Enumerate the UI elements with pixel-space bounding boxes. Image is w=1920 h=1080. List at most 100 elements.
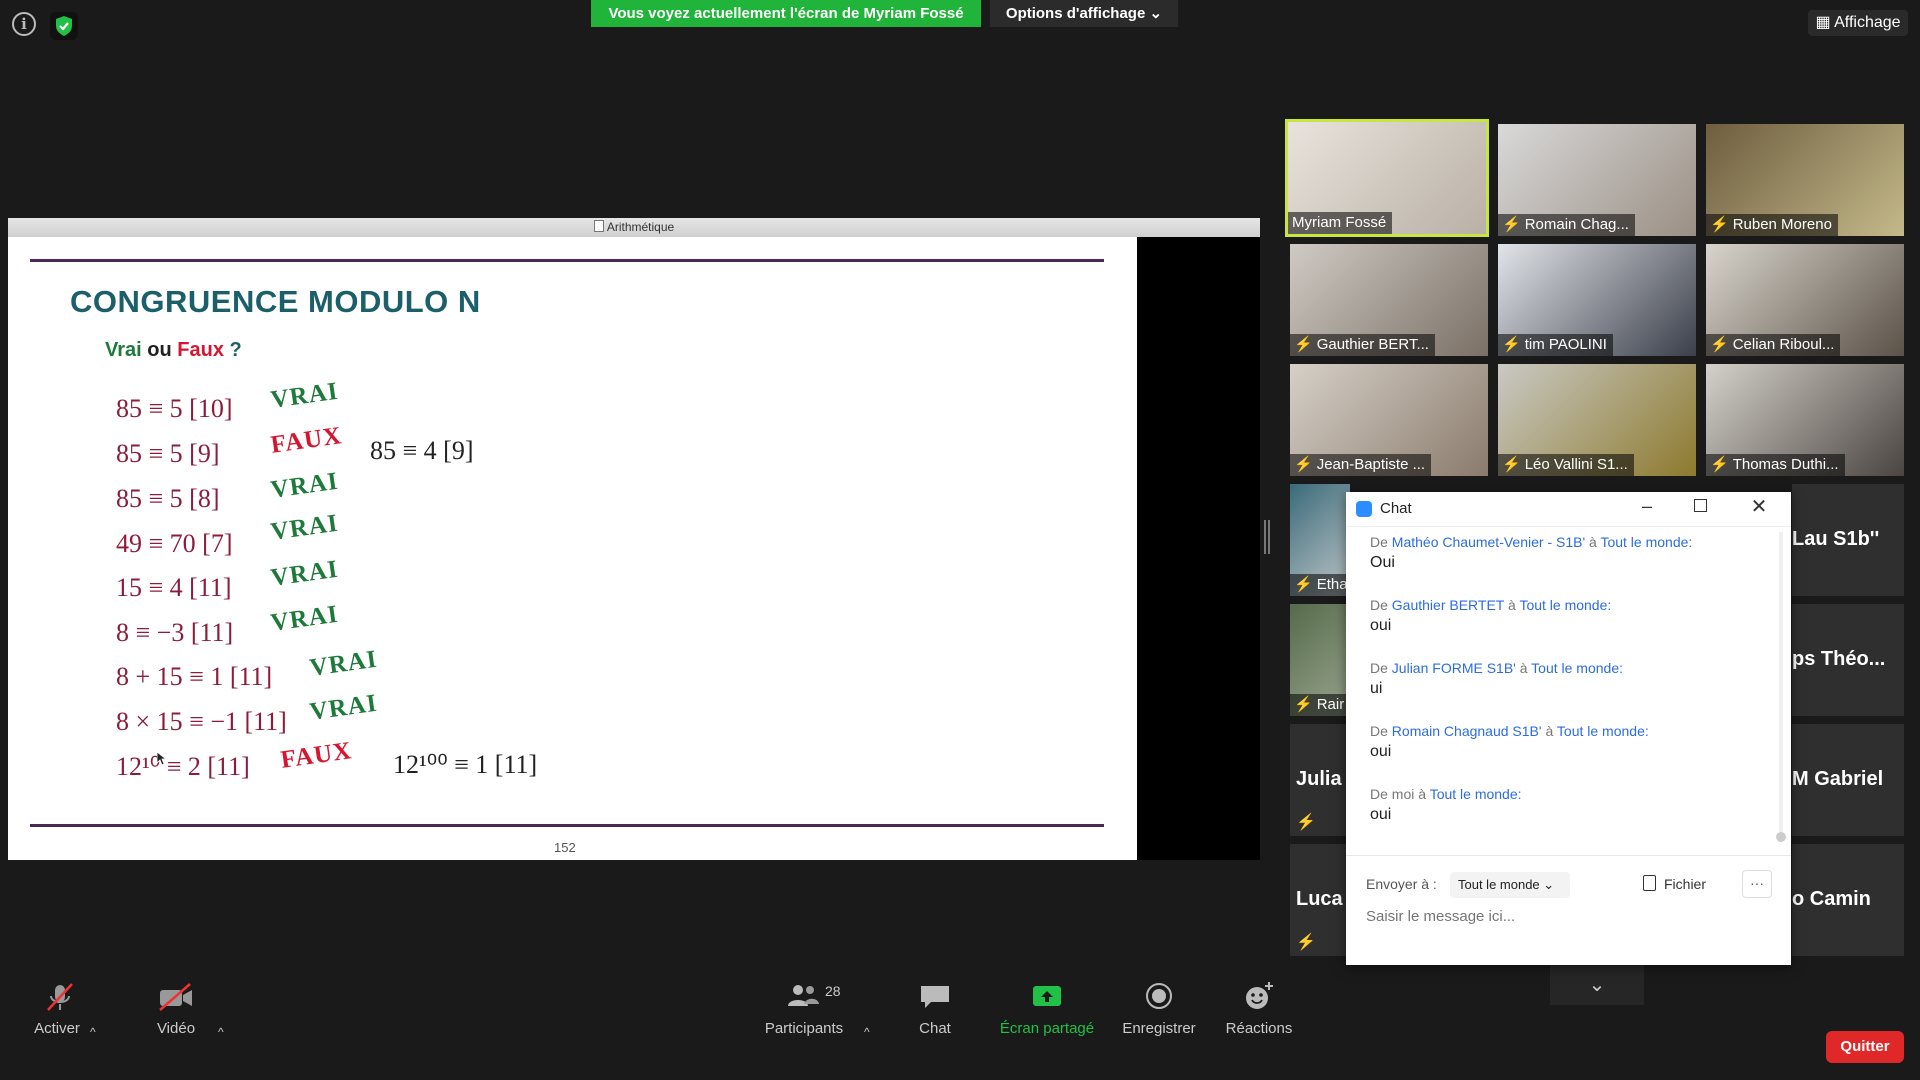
verdict-row-5: VRAI <box>269 555 341 592</box>
message-sender[interactable]: Gauthier BERTET <box>1392 597 1504 613</box>
verdict-row-1: VRAI <box>269 377 341 414</box>
subtitle-vrai: Vrai <box>105 339 142 361</box>
subtitle-ou: ou <box>147 339 172 361</box>
slide-top-rule <box>30 259 1104 262</box>
reactions-button[interactable]: Réactions <box>1204 982 1314 1037</box>
chevron-down-icon: ⌄ <box>1588 974 1606 996</box>
video-tile[interactable]: ⚡ Léo Vallini S1... <box>1498 364 1696 476</box>
scrollbar-thumb[interactable] <box>1776 832 1786 842</box>
equation-row-8: 8 × 15 ≡ −1 [11] <box>116 707 287 736</box>
panel-resize-handle[interactable] <box>1264 520 1270 554</box>
record-icon <box>1146 983 1172 1009</box>
equation-row-4: 49 ≡ 70 [7] <box>116 529 233 558</box>
record-button[interactable]: Enregistrer <box>1104 983 1214 1037</box>
video-tile[interactable]: M Gabriel <box>1792 724 1904 836</box>
info-icon[interactable]: i <box>12 12 36 36</box>
video-tile[interactable]: ps Théo... <box>1792 604 1904 716</box>
shared-screen: Arithmétique CONGRUENCE MODULO N Vrai ou… <box>8 218 1260 860</box>
participant-name: Julia <box>1296 768 1342 790</box>
view-options-button[interactable]: Options d'affichage ⌄ <box>990 0 1178 27</box>
send-to-label: Envoyer à : <box>1366 876 1437 892</box>
participant-name: o Camin <box>1792 888 1871 910</box>
chat-panel: Chat – ✕ De Mathéo Chaumet-Venier - S1B'… <box>1346 492 1791 965</box>
video-tile[interactable]: ⚡ Gauthier BERT... <box>1290 244 1488 356</box>
video-tile[interactable]: Lau S1b'' <box>1792 484 1904 596</box>
participants-options-chevron[interactable]: ^ <box>864 1025 870 1039</box>
chat-message: De Gauthier BERTET à Tout le monde: oui <box>1370 597 1770 635</box>
share-screen-label: Écran partagé <box>999 1020 1095 1037</box>
leave-meeting-button[interactable]: Quitter <box>1826 1031 1904 1063</box>
share-screen-button[interactable]: Écran partagé <box>992 986 1102 1037</box>
verdict-row-2: FAUX <box>269 422 344 459</box>
video-tile[interactable]: ⚡ Romain Chag... <box>1498 124 1696 236</box>
share-screen-icon <box>1033 986 1061 1006</box>
muted-mic-icon: ⚡ <box>1294 696 1313 713</box>
more-options-button[interactable]: ··· <box>1742 870 1772 898</box>
chat-message-input[interactable] <box>1364 902 1768 930</box>
send-to-dropdown[interactable]: Tout le monde ⌄ <box>1450 872 1570 898</box>
equation-row-2: 85 ≡ 5 [9] <box>116 439 220 468</box>
video-tile[interactable]: ⚡ Thomas Duthi... <box>1706 364 1904 476</box>
chat-message: De Mathéo Chaumet-Venier - S1B' à Tout l… <box>1370 534 1770 572</box>
participants-button[interactable]: 28 Participants <box>749 983 859 1037</box>
unmute-label: Activer <box>34 1020 80 1037</box>
file-icon <box>1643 875 1656 891</box>
equation-row-9: 12¹⁰ ≡ 2 [11] <box>116 752 250 781</box>
chat-footer: Envoyer à : Tout le monde ⌄ Fichier ··· <box>1346 855 1791 966</box>
participant-name: ⚡ Jean-Baptiste ... <box>1290 454 1432 476</box>
chat-header: Chat – ✕ <box>1346 492 1791 527</box>
chat-button[interactable]: Chat <box>880 986 990 1037</box>
message-text: ui <box>1370 680 1383 697</box>
minimize-icon[interactable]: – <box>1636 496 1658 518</box>
message-recipient[interactable]: Tout le monde: <box>1600 534 1692 550</box>
chevron-down-icon: ⌄ <box>1149 5 1163 22</box>
video-tile[interactable]: Julia ⚡ <box>1290 724 1350 836</box>
muted-mic-icon: ⚡ <box>1294 336 1313 353</box>
participant-name: ⚡ Celian Riboul... <box>1706 334 1841 356</box>
equation-row-1: 85 ≡ 5 [10] <box>116 394 233 423</box>
slide-page-number: 152 <box>554 840 576 855</box>
video-tile[interactable]: ⚡ tim PAOLINI <box>1498 244 1696 356</box>
video-tile[interactable]: ⚡ Celian Riboul... <box>1706 244 1904 356</box>
verdict-row-7: VRAI <box>308 645 380 682</box>
muted-mic-icon: ⚡ <box>1502 336 1521 353</box>
video-tile[interactable]: ⚡ Rair <box>1290 604 1350 716</box>
slide-title: CONGRUENCE MODULO N <box>70 284 481 319</box>
video-tile[interactable]: o Camin <box>1792 844 1904 956</box>
chat-scrollbar[interactable] <box>1776 532 1786 842</box>
message-recipient[interactable]: Tout le monde: <box>1519 597 1611 613</box>
participant-name: ⚡ Rair <box>1290 694 1350 716</box>
message-recipient[interactable]: Tout le monde: <box>1531 660 1623 676</box>
document-icon <box>593 220 604 232</box>
message-recipient[interactable]: Tout le monde: <box>1557 723 1649 739</box>
subtitle-question-mark: ? <box>229 339 242 361</box>
chat-message: De moi à Tout le monde: oui <box>1370 786 1770 824</box>
chat-icon <box>921 986 949 1008</box>
video-tile[interactable]: ⚡ Etha <box>1290 484 1350 596</box>
video-tile[interactable]: ⚡ Ruben Moreno <box>1706 124 1904 236</box>
video-tile[interactable]: Luca ⚡ <box>1290 844 1350 956</box>
reactions-label: Réactions <box>1225 1020 1293 1037</box>
participant-name: ⚡ Ruben Moreno <box>1706 214 1838 236</box>
video-tile[interactable]: Myriam Fossé <box>1285 119 1489 237</box>
close-icon[interactable]: ✕ <box>1748 494 1770 518</box>
view-button[interactable]: ▦ Affichage <box>1808 10 1908 36</box>
message-sender[interactable]: Romain Chagnaud S1B' <box>1392 723 1542 739</box>
maximize-icon[interactable] <box>1694 499 1707 512</box>
message-text: oui <box>1370 617 1392 634</box>
gallery-next-page-button[interactable]: ⌄ <box>1550 965 1644 1005</box>
video-button[interactable]: Vidéo <box>121 983 231 1037</box>
video-options-chevron[interactable]: ^ <box>218 1025 224 1039</box>
muted-mic-icon: ⚡ <box>1710 216 1729 233</box>
participant-name: ⚡ Romain Chag... <box>1498 214 1635 236</box>
message-recipient[interactable]: Tout le monde: <box>1430 786 1522 802</box>
message-sender[interactable]: Julian FORME S1B' <box>1392 660 1516 676</box>
chat-label: Chat <box>919 1020 951 1037</box>
shield-icon[interactable] <box>50 12 78 40</box>
audio-options-chevron[interactable]: ^ <box>90 1025 96 1039</box>
message-sender[interactable]: Mathéo Chaumet-Venier - S1B' <box>1392 534 1585 550</box>
file-button[interactable]: Fichier <box>1643 875 1706 892</box>
correction-row-2: 85 ≡ 4 [9] <box>370 436 474 465</box>
chat-message: De Romain Chagnaud S1B' à Tout le monde:… <box>1370 723 1770 761</box>
video-tile[interactable]: ⚡ Jean-Baptiste ... <box>1290 364 1488 476</box>
